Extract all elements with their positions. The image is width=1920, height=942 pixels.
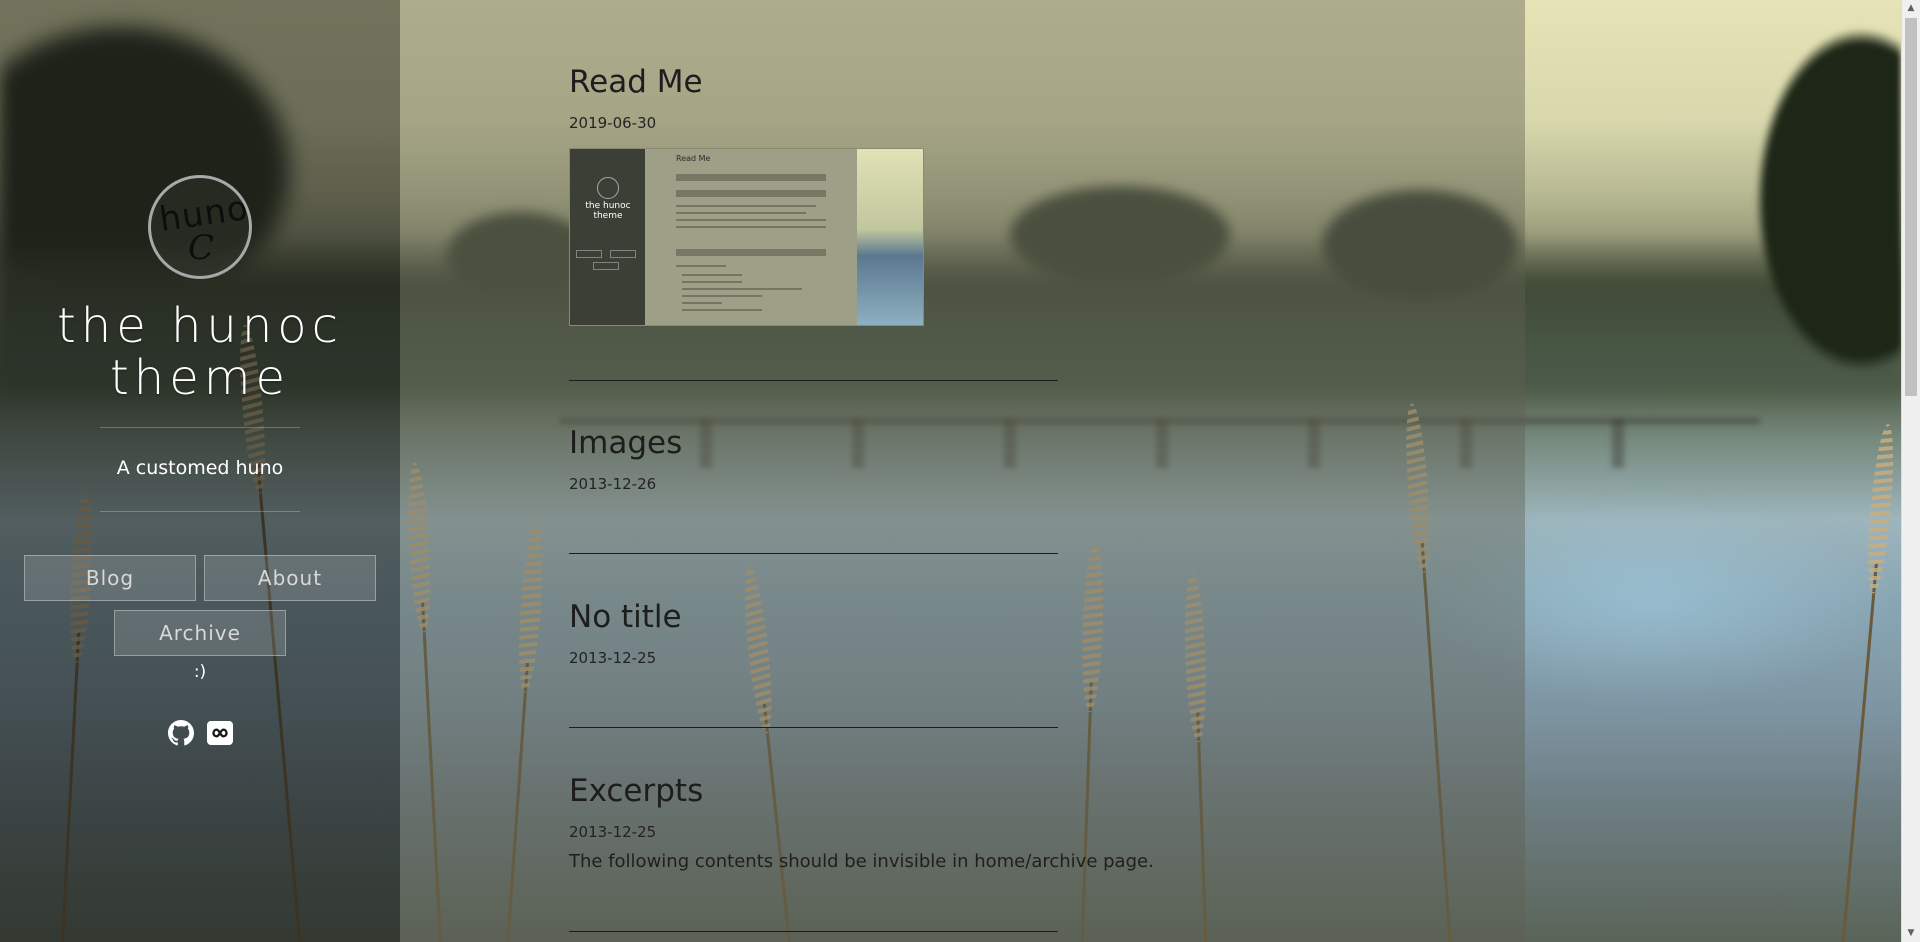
- thumbnail-text-line: [676, 205, 816, 207]
- post-item: Images 2013-12-26: [569, 425, 1269, 493]
- post-divider: [569, 553, 1058, 554]
- thumbnail-button: [610, 250, 636, 258]
- thumbnail-text-line: [682, 295, 762, 297]
- thumbnail-site-title: the hunoc theme: [585, 201, 631, 221]
- thumbnail-text-line: [676, 219, 826, 221]
- sidebar-divider-top: [100, 427, 300, 428]
- post-divider: [569, 727, 1058, 728]
- site-title-line2: theme: [109, 350, 291, 406]
- thumbnail-button: [576, 250, 602, 258]
- thumbnail-text-line: [676, 265, 726, 267]
- thumbnail-text-line: [682, 302, 722, 304]
- thumbnail-text-line: [682, 274, 742, 276]
- thumbnail-logo: [597, 177, 619, 199]
- thumbnail-background: [857, 149, 923, 325]
- thumbnail-text-line: [682, 281, 742, 283]
- thumbnail-sidebar: [570, 149, 645, 325]
- background-tree-right: [1681, 0, 1901, 440]
- thumbnail-heading-bar: [676, 249, 826, 256]
- post-title-link[interactable]: Read Me: [569, 64, 1269, 100]
- post-date: 2013-12-25: [569, 823, 657, 841]
- nav-about-button[interactable]: About: [204, 555, 376, 601]
- post-item: No title 2013-12-25: [569, 599, 1269, 667]
- thumbnail-text-line: [682, 309, 762, 311]
- thumbnail-text-line: [682, 288, 802, 290]
- scroll-down-arrow-icon[interactable]: ▼: [1902, 925, 1920, 942]
- nav-archive-button[interactable]: Archive: [114, 610, 286, 656]
- github-icon[interactable]: [168, 720, 194, 746]
- post-item: Excerpts 2013-12-25 The following conten…: [569, 773, 1269, 872]
- post-item: Read Me 2019-06-30: [569, 64, 1269, 132]
- thumbnail-text-line: [676, 212, 806, 214]
- site-title[interactable]: the hunoc theme: [20, 300, 380, 404]
- site-logo[interactable]: huno C: [148, 175, 252, 279]
- post-list: Read Me 2019-06-30 the hunoc theme Read …: [400, 0, 1525, 942]
- scrollbar-thumb[interactable]: [1905, 18, 1917, 396]
- post-excerpt: The following contents should be invisib…: [569, 851, 1154, 872]
- sidebar-divider-bottom: [100, 511, 300, 512]
- thumbnail-button: [593, 262, 619, 270]
- sidebar: huno C the hunoc theme A customed huno B…: [0, 0, 400, 942]
- site-title-line1: the hunoc: [56, 298, 344, 354]
- post-title-link[interactable]: No title: [569, 599, 1269, 635]
- thumbnail-text-line: [676, 226, 826, 228]
- post-thumbnail-image[interactable]: the hunoc theme Read Me: [569, 148, 924, 326]
- post-title-link[interactable]: Images: [569, 425, 1269, 461]
- thumbnail-heading-bar: [676, 174, 826, 181]
- post-title-link[interactable]: Excerpts: [569, 773, 1269, 809]
- sidebar-smiley-text: :): [193, 662, 207, 682]
- logo-text-line2: C: [187, 228, 214, 268]
- site-tagline: A customed huno: [116, 457, 284, 479]
- post-date: 2013-12-26: [569, 475, 657, 493]
- nav-blog-button[interactable]: Blog: [24, 555, 196, 601]
- thumbnail-post-title: Read Me: [676, 154, 711, 163]
- scroll-up-arrow-icon[interactable]: ▲: [1902, 0, 1920, 17]
- post-date: 2019-06-30: [569, 114, 657, 132]
- post-divider: [569, 931, 1058, 932]
- vertical-scrollbar[interactable]: ▲ ▼: [1901, 0, 1920, 942]
- post-date: 2013-12-25: [569, 649, 657, 667]
- infinity-icon[interactable]: [207, 720, 233, 746]
- thumbnail-heading-bar: [676, 190, 826, 197]
- post-divider: [569, 380, 1058, 381]
